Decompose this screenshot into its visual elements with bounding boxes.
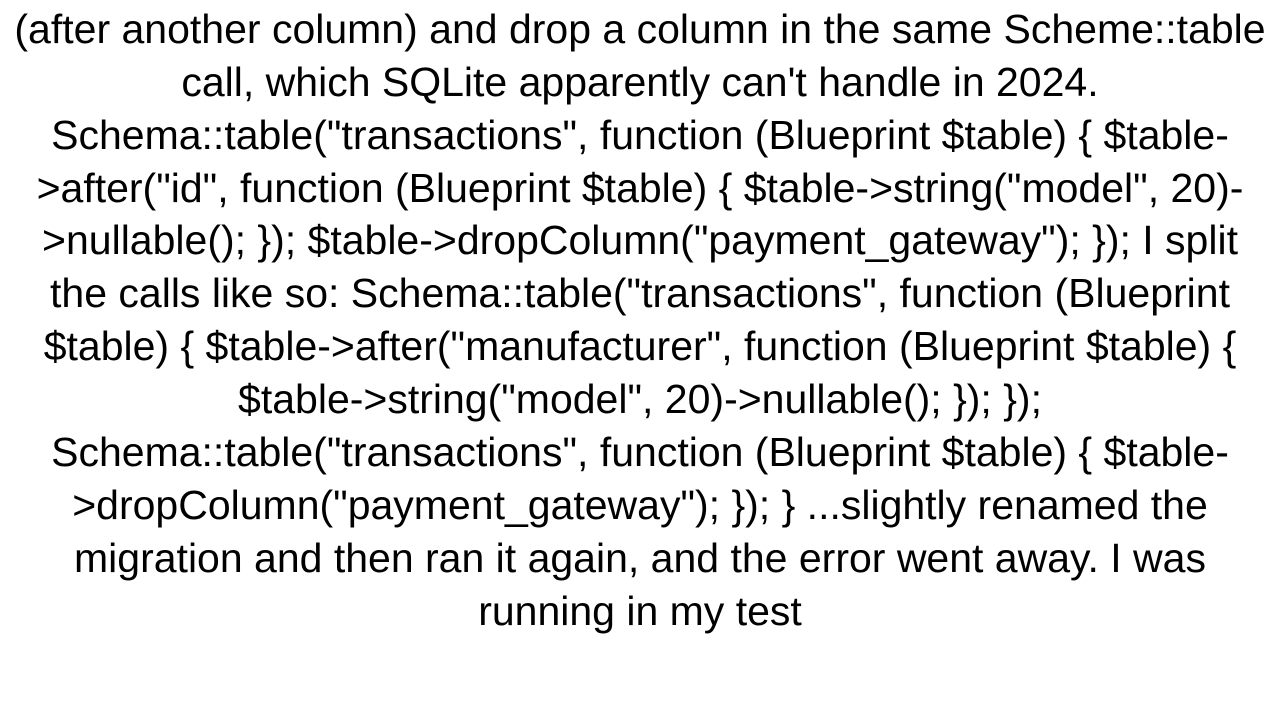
answer-text-block: Answer 0: In my case I was trying to bot… <box>0 0 1280 670</box>
